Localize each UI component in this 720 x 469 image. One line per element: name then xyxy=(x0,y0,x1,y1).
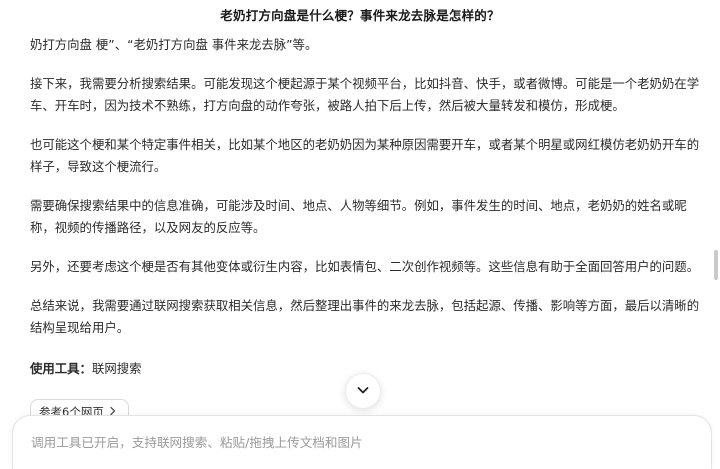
paragraph: 总结来说，我需要通过联网搜索获取相关信息，然后整理出事件的来龙去脉，包括起源、传… xyxy=(30,298,700,335)
tool-used-value: 联网搜索 xyxy=(91,361,142,376)
assistant-thinking-content: 奶打方向盘 梗”、“老奶打方向盘 事件来龙去脉”等。 接下来，我需要分析搜索结果… xyxy=(30,34,702,339)
paragraph: 需要确保搜索结果中的信息准确，可能涉及时间、地点、人物等细节。例如，事件发生的时… xyxy=(30,198,687,235)
paragraph: 接下来，我需要分析搜索结果。可能发现这个梗起源于某个视频平台，比如抖音、快手，或… xyxy=(30,76,700,113)
chevron-down-icon xyxy=(356,382,370,401)
scroll-to-bottom-button[interactable] xyxy=(345,373,381,409)
page-header: 老奶打方向盘是什么梗？事件来龙去脉是怎样的？ xyxy=(0,0,720,28)
chat-input-box[interactable]: 调用工具已开启，支持联网搜索、粘贴/拖拽上传文档和图片 xyxy=(12,415,712,469)
paragraph: 另外，还要考虑这个梗是否有其他变体或衍生内容，比如表情包、二次创作视频等。这些信… xyxy=(30,259,700,274)
tool-used-label: 使用工具： xyxy=(30,361,92,376)
chat-input-placeholder: 调用工具已开启，支持联网搜索、粘贴/拖拽上传文档和图片 xyxy=(31,435,363,450)
paragraph: 奶打方向盘 梗”、“老奶打方向盘 事件来龙去脉”等。 xyxy=(30,37,318,52)
paragraph: 也可能这个梗和某个特定事件相关，比如某个地区的老奶奶因为某种原因需要开车，或者某… xyxy=(30,137,700,174)
scrollbar-thumb[interactable] xyxy=(714,250,718,280)
tool-used-line: 使用工具：联网搜索 xyxy=(30,358,142,380)
page-title: 老奶打方向盘是什么梗？事件来龙去脉是怎样的？ xyxy=(220,7,500,23)
